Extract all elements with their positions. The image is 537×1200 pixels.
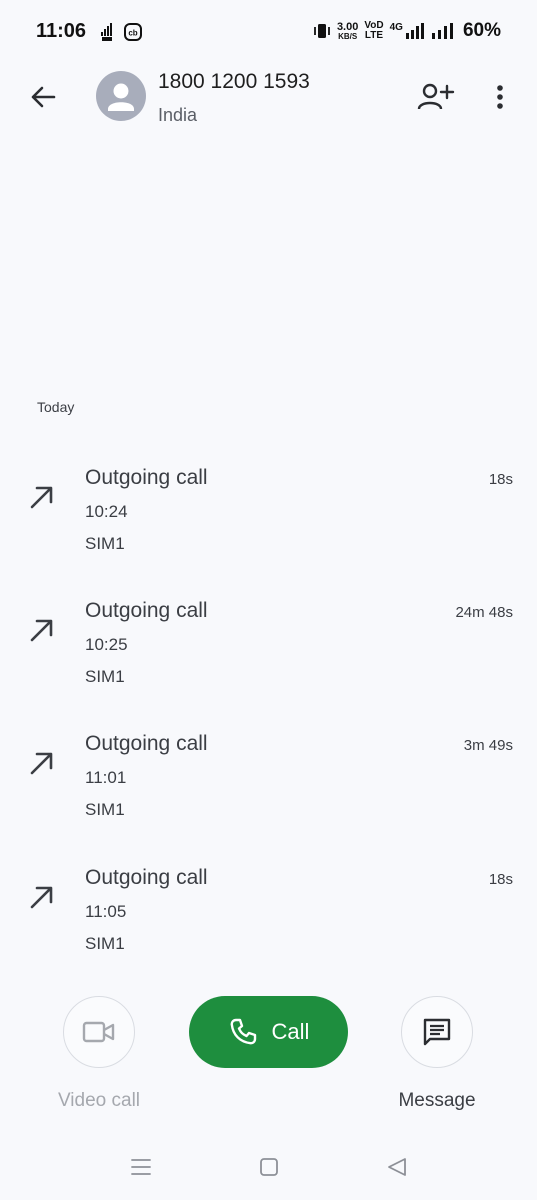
system-nav-bar	[0, 1134, 537, 1200]
phone-icon	[230, 1018, 256, 1045]
call-duration: 18s	[488, 871, 513, 888]
call-duration: 24m 48s	[455, 604, 513, 621]
call-time: 11:05	[85, 902, 127, 921]
outgoing-call-icon	[30, 752, 53, 775]
person-icon	[108, 83, 134, 111]
battery-percentage: 60%	[462, 20, 501, 41]
svg-text:cb: cb	[128, 29, 137, 38]
contact-country: India	[158, 105, 198, 125]
call-sim: SIM1	[85, 934, 125, 953]
add-contact-button[interactable]	[416, 80, 456, 114]
arrow-back-icon	[31, 86, 56, 108]
outgoing-call-icon	[30, 486, 53, 509]
sim-signal-icon	[101, 23, 112, 41]
call-time: 10:24	[85, 502, 128, 521]
back-nav-icon[interactable]	[384, 1154, 410, 1180]
more-options-button[interactable]	[486, 80, 514, 114]
vibrate-icon	[314, 24, 330, 38]
message-icon	[423, 1018, 451, 1046]
call-type: Outgoing call	[85, 466, 208, 489]
signal-strength-icon	[405, 23, 424, 39]
recent-apps-icon[interactable]	[128, 1154, 154, 1180]
videocam-icon	[82, 1021, 115, 1043]
volte-indicator: VoD LTE	[364, 20, 384, 41]
call-sim: SIM1	[85, 534, 125, 553]
message-label: Message	[398, 1090, 476, 1111]
outgoing-call-icon	[30, 619, 53, 642]
section-header-today: Today	[37, 399, 75, 415]
call-history-row[interactable]: Outgoing call 11:01 SIM1 3m 49s	[0, 732, 537, 842]
cb-icon: cb	[124, 23, 142, 41]
call-sim: SIM1	[85, 667, 125, 686]
message-button[interactable]	[401, 996, 473, 1068]
call-duration: 18s	[488, 471, 513, 488]
back-button[interactable]	[26, 80, 60, 114]
call-history-row[interactable]: Outgoing call 10:24 SIM1 18s	[0, 466, 537, 576]
header: 1800 1200 1593 India	[0, 64, 537, 134]
call-sim: SIM1	[85, 800, 125, 819]
contact-number: 1800 1200 1593	[158, 70, 310, 93]
avatar[interactable]	[96, 71, 146, 121]
call-button-label: Call	[271, 1019, 310, 1044]
call-button[interactable]: Call	[189, 996, 348, 1068]
call-history-row[interactable]: Outgoing call 10:25 SIM1 24m 48s	[0, 599, 537, 709]
call-duration: 3m 49s	[463, 737, 513, 754]
call-type: Outgoing call	[85, 866, 208, 889]
data-speed: 3.00 KB/S	[336, 20, 359, 41]
video-call-label: Video call	[57, 1090, 141, 1111]
more-vert-icon	[497, 85, 503, 109]
person-add-icon	[417, 83, 455, 110]
call-time: 10:25	[85, 635, 128, 654]
call-type: Outgoing call	[85, 732, 208, 755]
action-bar: Call Video call Message	[0, 986, 537, 1124]
outgoing-call-icon	[30, 886, 53, 909]
call-type: Outgoing call	[85, 599, 208, 622]
home-icon[interactable]	[256, 1154, 282, 1180]
status-time: 11:06	[36, 20, 87, 42]
call-time: 11:01	[85, 768, 127, 787]
signal-strength-icon-2	[431, 23, 453, 39]
network-4g: 4G	[390, 22, 425, 40]
status-bar: 11:06 cb 3.00 KB/S VoD LTE 4G 60%	[0, 0, 537, 64]
video-call-button[interactable]	[63, 996, 135, 1068]
call-history-row[interactable]: Outgoing call 11:05 SIM1 18s	[0, 866, 537, 976]
